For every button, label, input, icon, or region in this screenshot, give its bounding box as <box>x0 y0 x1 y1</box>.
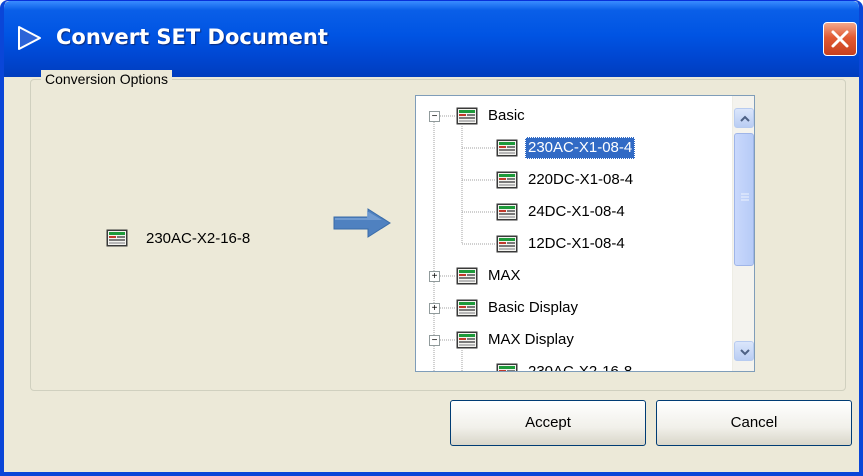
tree-node-24dc-x1-08-4[interactable]: 24DC-X1-08-4 <box>496 200 628 224</box>
source-module-label: 230AC-X2-16-8 <box>146 229 251 247</box>
title-bar[interactable]: Convert SET Document <box>4 1 859 77</box>
tree-node-label: Basic Display <box>488 299 579 316</box>
tree-node-max-display[interactable]: MAX Display <box>456 328 577 352</box>
accept-button[interactable]: Accept <box>450 400 646 446</box>
tree-node-12dc-x1-08-4[interactable]: 12DC-X1-08-4 <box>496 232 628 256</box>
close-icon <box>831 30 849 48</box>
module-icon <box>456 299 478 317</box>
chevron-up-icon <box>740 115 750 122</box>
collapse-toggle[interactable]: − <box>429 335 440 346</box>
target-tree[interactable]: − Basic 230AC-X1-08-4 220DC-X1-08-4 24DC… <box>415 95 755 372</box>
tree-node-label: 24DC-X1-08-4 <box>528 203 625 220</box>
tree-node-230ac-x1-08-4[interactable]: 230AC-X1-08-4 <box>496 136 636 160</box>
cancel-button[interactable]: Cancel <box>656 400 852 446</box>
play-arrow-icon <box>18 26 41 50</box>
tree-node-label: 230AC-X1-08-4 <box>525 137 636 159</box>
tree-node-label: 230AC-X2-16-8 <box>528 363 633 372</box>
source-module: 230AC-X2-16-8 <box>106 225 250 251</box>
module-icon <box>496 203 518 221</box>
window-title: Convert SET Document <box>56 25 328 49</box>
tree-node-label: MAX <box>488 267 521 284</box>
vertical-scrollbar[interactable] <box>732 96 754 371</box>
tree-node-220dc-x1-08-4[interactable]: 220DC-X1-08-4 <box>496 168 636 192</box>
module-icon <box>456 331 478 349</box>
tree-node-max[interactable]: MAX <box>456 264 524 288</box>
module-icon <box>496 235 518 253</box>
chevron-down-icon <box>740 349 750 356</box>
collapse-toggle[interactable]: − <box>429 111 440 122</box>
right-arrow-icon <box>333 208 391 238</box>
expand-toggle[interactable]: + <box>429 303 440 314</box>
module-icon <box>496 171 518 189</box>
tree-node-basic-display[interactable]: Basic Display <box>456 296 581 320</box>
expand-toggle[interactable]: + <box>429 271 440 282</box>
tree-node-basic[interactable]: Basic <box>456 104 528 128</box>
scroll-down-button[interactable] <box>734 341 754 361</box>
module-icon <box>496 139 518 157</box>
grip-icon <box>741 193 749 201</box>
close-button[interactable] <box>823 22 857 56</box>
tree-node-label: Basic <box>488 107 525 124</box>
scroll-thumb[interactable] <box>734 133 754 266</box>
module-icon <box>456 107 478 125</box>
module-icon <box>496 363 518 372</box>
tree-node-230ac-x2-16-8[interactable]: 230AC-X2-16-8 <box>496 360 635 372</box>
tree-node-label: MAX Display <box>488 331 574 348</box>
tree-node-label: 220DC-X1-08-4 <box>528 171 634 188</box>
module-icon <box>106 229 128 247</box>
scroll-up-button[interactable] <box>734 108 754 128</box>
group-label: Conversion Options <box>41 70 172 88</box>
tree-node-label: 12DC-X1-08-4 <box>528 235 625 252</box>
module-icon <box>456 267 478 285</box>
